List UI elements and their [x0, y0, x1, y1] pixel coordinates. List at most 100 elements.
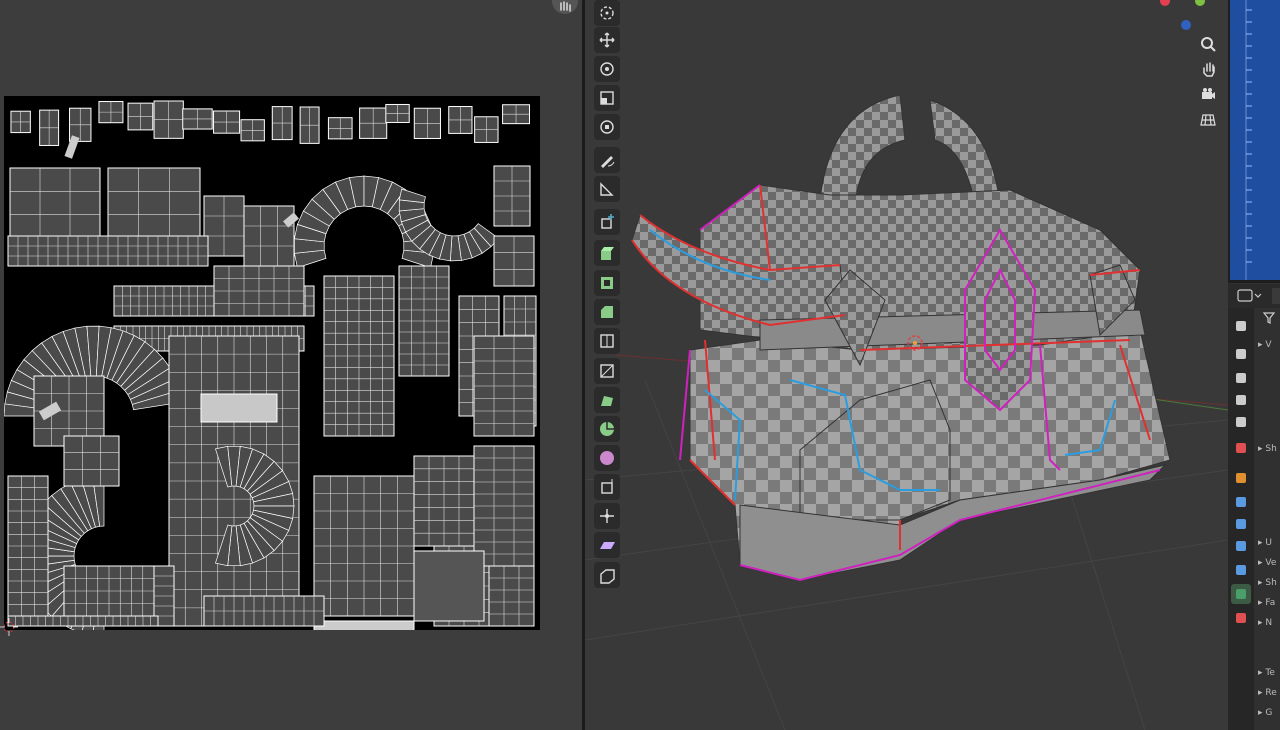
properties-panel-item[interactable]: ▸ Sh — [1258, 578, 1277, 588]
hand-icon[interactable] — [1196, 57, 1220, 81]
tool-measure[interactable] — [594, 176, 620, 202]
panel-item-label: N — [1265, 618, 1273, 628]
properties-tab-material[interactable] — [1231, 608, 1251, 628]
constraints-icon — [1236, 565, 1246, 575]
tool-select-box[interactable] — [594, 0, 620, 26]
bevel-icon — [601, 306, 613, 318]
properties-tab-render[interactable] — [1231, 344, 1251, 364]
physics-icon — [1236, 541, 1246, 551]
move-arrows-icon — [599, 32, 615, 48]
chevron-right-icon: ▸ — [1258, 598, 1263, 608]
tool-icon — [1236, 321, 1246, 331]
render-icon — [1236, 349, 1246, 359]
properties-panel-item[interactable]: ▸ G — [1258, 708, 1272, 718]
properties-panel-item[interactable]: ▸ Ve — [1258, 558, 1276, 568]
properties-tab-scene[interactable] — [1231, 412, 1251, 432]
properties-tab-physics[interactable] — [1231, 536, 1251, 556]
annotate-icon — [601, 156, 615, 168]
gizmo-z-icon[interactable] — [1181, 20, 1191, 30]
editor-type-icon — [1237, 289, 1253, 302]
panel-item-label: Sh — [1265, 444, 1277, 454]
grid-icon[interactable] — [1196, 107, 1220, 131]
chevron-right-icon: ▸ — [1258, 618, 1263, 628]
tool-rip[interactable] — [594, 562, 620, 588]
properties-tab-output[interactable] — [1231, 368, 1251, 388]
properties-panel-item[interactable]: ▸ Te — [1258, 668, 1275, 678]
panel-item-label: U — [1265, 538, 1272, 548]
properties-header[interactable] — [1228, 284, 1280, 308]
properties-tab-constraints[interactable] — [1231, 560, 1251, 580]
axis-gizmo[interactable] — [1155, 0, 1215, 30]
properties-tab-modifiers[interactable] — [1231, 492, 1251, 512]
properties-tab-data[interactable] — [1231, 584, 1251, 604]
tool-spin[interactable] — [594, 416, 620, 442]
chevron-right-icon: ▸ — [1258, 688, 1263, 698]
tool-annotate[interactable] — [594, 147, 620, 173]
tool-scale[interactable] — [594, 85, 620, 111]
tool-poly-build[interactable] — [594, 387, 620, 413]
tool-edge-slide[interactable] — [594, 474, 620, 500]
uv-editor[interactable] — [0, 0, 582, 730]
particles-icon — [1236, 519, 1246, 529]
gizmo-y-icon[interactable] — [1195, 0, 1205, 6]
chevron-right-icon: ▸ — [1258, 340, 1263, 350]
properties-tab-object[interactable] — [1231, 468, 1251, 488]
panel-item-label: Ve — [1265, 558, 1277, 568]
inset-icon — [601, 277, 613, 289]
properties-panel-item[interactable]: ▸ V — [1258, 340, 1272, 350]
properties-tab-particles[interactable] — [1231, 514, 1251, 534]
loop-cut-icon — [600, 334, 614, 348]
properties-tabs — [1228, 308, 1254, 730]
outliner-rows — [1245, 0, 1252, 280]
chevron-right-icon: ▸ — [1258, 444, 1263, 454]
panel-item-label: Sh — [1265, 578, 1277, 588]
camera-icon[interactable] — [1196, 82, 1220, 106]
properties-tab-view-layer[interactable] — [1231, 390, 1251, 410]
panel-item-label: Re — [1265, 688, 1277, 698]
hand-icon — [560, 1, 571, 12]
tool-shear[interactable] — [594, 532, 620, 558]
object-icon — [1236, 473, 1246, 483]
tool-rotate[interactable] — [594, 56, 620, 82]
properties-panel-item[interactable]: ▸ N — [1258, 618, 1272, 628]
uv-pan-button[interactable] — [552, 0, 578, 14]
measure-icon — [600, 182, 614, 196]
treasure-chest-mesh — [631, 94, 1171, 582]
outliner-selected-row[interactable] — [1230, 0, 1280, 280]
uv-texture-canvas[interactable] — [4, 96, 540, 630]
scene-icon — [1236, 417, 1246, 427]
edge-slide-icon — [601, 479, 613, 494]
tool-knife[interactable] — [594, 358, 620, 384]
scale-icon — [600, 91, 614, 105]
tool-bevel[interactable] — [594, 299, 620, 325]
properties-panel-item[interactable]: ▸ Fa — [1258, 598, 1275, 608]
properties-tab-world[interactable] — [1231, 438, 1251, 458]
3d-viewport[interactable] — [585, 0, 1228, 730]
chevron-right-icon: ▸ — [1258, 558, 1263, 568]
tool-extrude[interactable] — [594, 240, 620, 266]
tool-transform[interactable] — [594, 114, 620, 140]
funnel-icon — [1262, 312, 1276, 324]
gizmo-x-icon[interactable] — [1160, 0, 1170, 6]
tool-smooth[interactable] — [594, 445, 620, 471]
properties-panel-item[interactable]: ▸ Re — [1258, 688, 1277, 698]
properties-tab-tool[interactable] — [1231, 316, 1251, 336]
properties-panel-item[interactable]: ▸ U — [1258, 538, 1272, 548]
chevron-right-icon: ▸ — [1258, 538, 1263, 548]
rotate-icon — [600, 62, 614, 76]
panel-item-label: Fa — [1265, 598, 1276, 608]
poly-build-icon — [601, 396, 613, 406]
tool-cursor[interactable] — [594, 27, 620, 53]
knife-icon — [600, 364, 614, 378]
zoom-icon[interactable] — [1196, 32, 1220, 56]
tool-shrink-fatten[interactable] — [594, 503, 620, 529]
tool-add-cube[interactable] — [594, 209, 620, 235]
data-icon — [1236, 589, 1246, 599]
panel-item-label: V — [1265, 340, 1272, 350]
2d-cursor-icon[interactable] — [0, 618, 18, 636]
view-layer-icon — [1236, 395, 1246, 405]
tool-loop-cut[interactable] — [594, 328, 620, 354]
tool-inset[interactable] — [594, 270, 620, 296]
properties-panel: ▸ V ▸ Sh ▸ U ▸ Ve ▸ Sh ▸ Fa ▸ N ▸ Te ▸ Re ▸ G — [1254, 308, 1280, 730]
properties-panel-item[interactable]: ▸ Sh — [1258, 444, 1277, 454]
